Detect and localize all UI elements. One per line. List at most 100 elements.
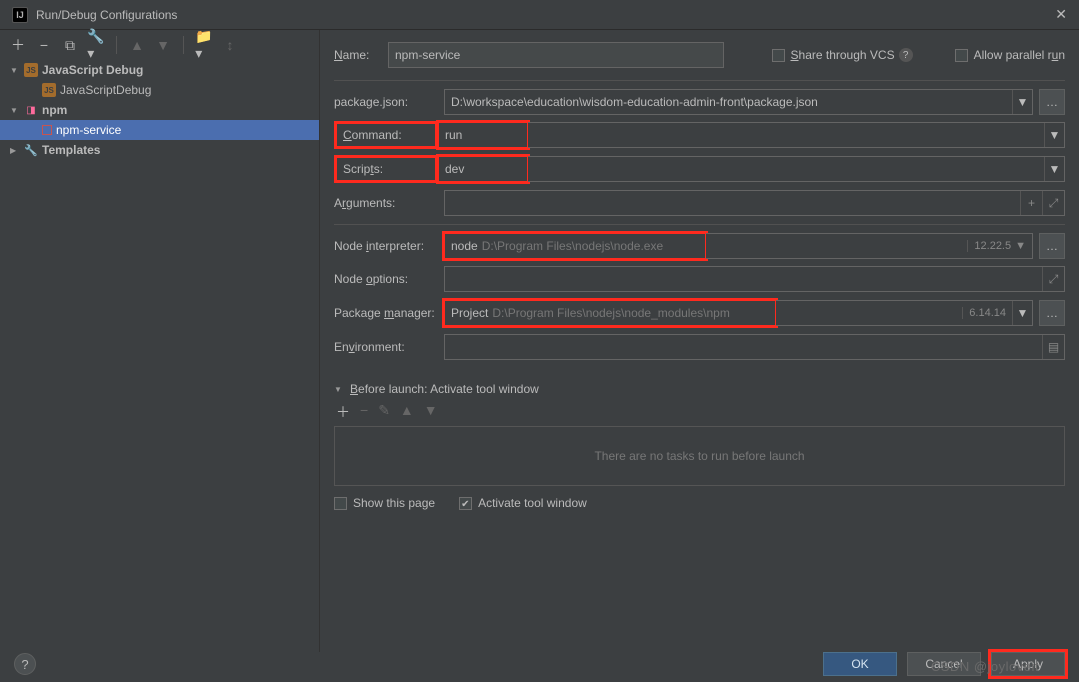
pkg-version: 6.14.14: [962, 307, 1012, 319]
ok-button[interactable]: OK: [823, 652, 897, 676]
activate-window-option[interactable]: Activate tool window: [459, 496, 587, 510]
tree-item-npm[interactable]: ◨ npm: [0, 100, 319, 120]
browse-button[interactable]: …: [1039, 89, 1065, 115]
tree-label: JavaScript Debug: [42, 63, 143, 77]
node-options-input[interactable]: ⤢: [444, 266, 1065, 292]
window-title: Run/Debug Configurations: [36, 8, 177, 22]
row-node-options: Node options: ⤢: [334, 262, 1065, 296]
before-launch-toolbar: ＋ − ✎ ▲ ▼: [336, 402, 1065, 422]
row-scripts: Scripts: dev ▼: [334, 152, 1065, 186]
tree-item-javascriptdebug-child[interactable]: JS JavaScriptDebug: [0, 80, 319, 100]
input-tail: + ⤢: [1020, 191, 1064, 215]
scripts-select[interactable]: dev: [438, 156, 528, 182]
name-input[interactable]: [388, 42, 724, 68]
checkbox-icon[interactable]: [955, 49, 968, 62]
help-button[interactable]: ?: [14, 653, 36, 675]
row-command: Command: run ▼: [334, 118, 1065, 152]
separator: [183, 36, 184, 54]
help-icon[interactable]: ?: [899, 48, 913, 62]
caret-right-icon[interactable]: [10, 145, 20, 156]
input-tail: ▤: [1042, 335, 1064, 359]
tree-item-npm-service[interactable]: npm-service: [0, 120, 319, 140]
package-json-value: D:\workspace\education\wisdom-education-…: [445, 95, 1012, 109]
tree-label: npm: [42, 103, 67, 117]
dropdown-icon[interactable]: ▼: [1044, 157, 1064, 181]
before-launch-header[interactable]: Before launch: Activate tool window: [334, 382, 1065, 396]
close-icon[interactable]: ✕: [1055, 6, 1067, 23]
up-icon[interactable]: ▲: [400, 402, 414, 422]
label-package-json: package.json:: [334, 95, 444, 109]
expand-icon[interactable]: ⤢: [1042, 191, 1064, 215]
main-area: ＋ − ⧉ 🔧▾ ▲ ▼ 📁▾ ↕ JS JavaScript Debug JS…: [0, 30, 1079, 652]
cancel-button[interactable]: Cancel: [907, 652, 981, 676]
remove-icon[interactable]: −: [360, 402, 368, 422]
checkbox-icon[interactable]: [334, 497, 347, 510]
caret-down-icon[interactable]: [334, 384, 344, 395]
label-node-interpreter: Node interpreter:: [334, 239, 444, 253]
input-tail: ⤢: [1042, 267, 1064, 291]
browse-button[interactable]: …: [1039, 300, 1065, 326]
checkbox-checked-icon[interactable]: [459, 497, 472, 510]
package-manager-tail[interactable]: 6.14.14 ▼: [776, 300, 1033, 326]
dropdown-icon[interactable]: ▼: [1012, 301, 1032, 325]
node-interpreter-tail[interactable]: 12.22.5 ▼: [706, 233, 1033, 259]
remove-icon[interactable]: −: [36, 37, 52, 53]
tree-item-templates[interactable]: 🔧 Templates: [0, 140, 319, 160]
tree-label: JavaScriptDebug: [60, 83, 151, 97]
folder-icon[interactable]: 📁▾: [196, 37, 212, 53]
up-icon[interactable]: ▲: [129, 37, 145, 53]
tree-label: npm-service: [56, 123, 121, 137]
scripts-select-extra[interactable]: ▼: [528, 156, 1065, 182]
name-row: Name: Share through VCS? Allow parallel …: [334, 42, 1065, 68]
package-manager-value: ProjectD:\Program Files\nodejs\node_modu…: [445, 306, 775, 320]
add-icon[interactable]: ＋: [336, 402, 350, 422]
edit-icon[interactable]: ✎: [378, 402, 390, 422]
command-value: run: [439, 128, 527, 142]
checkbox-icon[interactable]: [772, 49, 785, 62]
list-icon[interactable]: ▤: [1042, 335, 1064, 359]
expand-icon[interactable]: ⤢: [1042, 267, 1064, 291]
show-page-option[interactable]: Show this page: [334, 496, 435, 510]
plus-icon[interactable]: +: [1020, 191, 1042, 215]
add-icon[interactable]: ＋: [10, 37, 26, 53]
node-version: 12.22.5 ▼: [967, 240, 1032, 252]
row-node-interpreter: Node interpreter: nodeD:\Program Files\n…: [334, 224, 1065, 262]
before-launch-section: Before launch: Activate tool window ＋ − …: [334, 382, 1065, 510]
copy-icon[interactable]: ⧉: [62, 37, 78, 53]
dropdown-icon[interactable]: ▼: [1044, 123, 1064, 147]
sidebar: ＋ − ⧉ 🔧▾ ▲ ▼ 📁▾ ↕ JS JavaScript Debug JS…: [0, 30, 320, 652]
row-arguments: Arguments: + ⤢: [334, 186, 1065, 220]
label-package-manager: Package manager:: [334, 306, 444, 320]
apply-button[interactable]: Apply: [991, 652, 1065, 676]
share-vcs-option[interactable]: Share through VCS?: [772, 48, 913, 62]
wrench-dropdown-icon[interactable]: 🔧▾: [88, 37, 104, 53]
node-interpreter-select[interactable]: nodeD:\Program Files\nodejs\node.exe: [444, 233, 706, 259]
down-icon[interactable]: ▼: [424, 402, 438, 422]
js-icon: JS: [42, 83, 56, 97]
browse-button[interactable]: …: [1039, 233, 1065, 259]
tree-label: Templates: [42, 143, 100, 157]
arguments-input[interactable]: + ⤢: [444, 190, 1065, 216]
package-manager-select[interactable]: ProjectD:\Program Files\nodejs\node_modu…: [444, 300, 776, 326]
dialog-footer: ? OK Cancel Apply: [0, 652, 1079, 682]
node-interpreter-value: nodeD:\Program Files\nodejs\node.exe: [445, 239, 705, 253]
content-panel: Name: Share through VCS? Allow parallel …: [320, 30, 1079, 652]
before-launch-checks: Show this page Activate tool window: [334, 496, 1065, 510]
command-select[interactable]: run: [438, 122, 528, 148]
js-icon: JS: [24, 63, 38, 77]
environment-input[interactable]: ▤: [444, 334, 1065, 360]
config-tree: JS JavaScript Debug JS JavaScriptDebug ◨…: [0, 60, 319, 652]
command-select-extra[interactable]: ▼: [528, 122, 1065, 148]
allow-parallel-option[interactable]: Allow parallel run: [955, 48, 1065, 62]
collapse-icon[interactable]: ↕: [222, 37, 238, 53]
label-command: Command:: [334, 121, 438, 149]
app-icon: IJ: [12, 7, 28, 23]
dropdown-icon[interactable]: ▼: [1012, 90, 1032, 114]
label-environment: Environment:: [334, 340, 444, 354]
package-json-select[interactable]: D:\workspace\education\wisdom-education-…: [444, 89, 1033, 115]
down-icon[interactable]: ▼: [155, 37, 171, 53]
caret-down-icon[interactable]: [10, 65, 20, 76]
tree-item-javascript-debug[interactable]: JS JavaScript Debug: [0, 60, 319, 80]
before-launch-empty: There are no tasks to run before launch: [334, 426, 1065, 486]
caret-down-icon[interactable]: [10, 105, 20, 116]
